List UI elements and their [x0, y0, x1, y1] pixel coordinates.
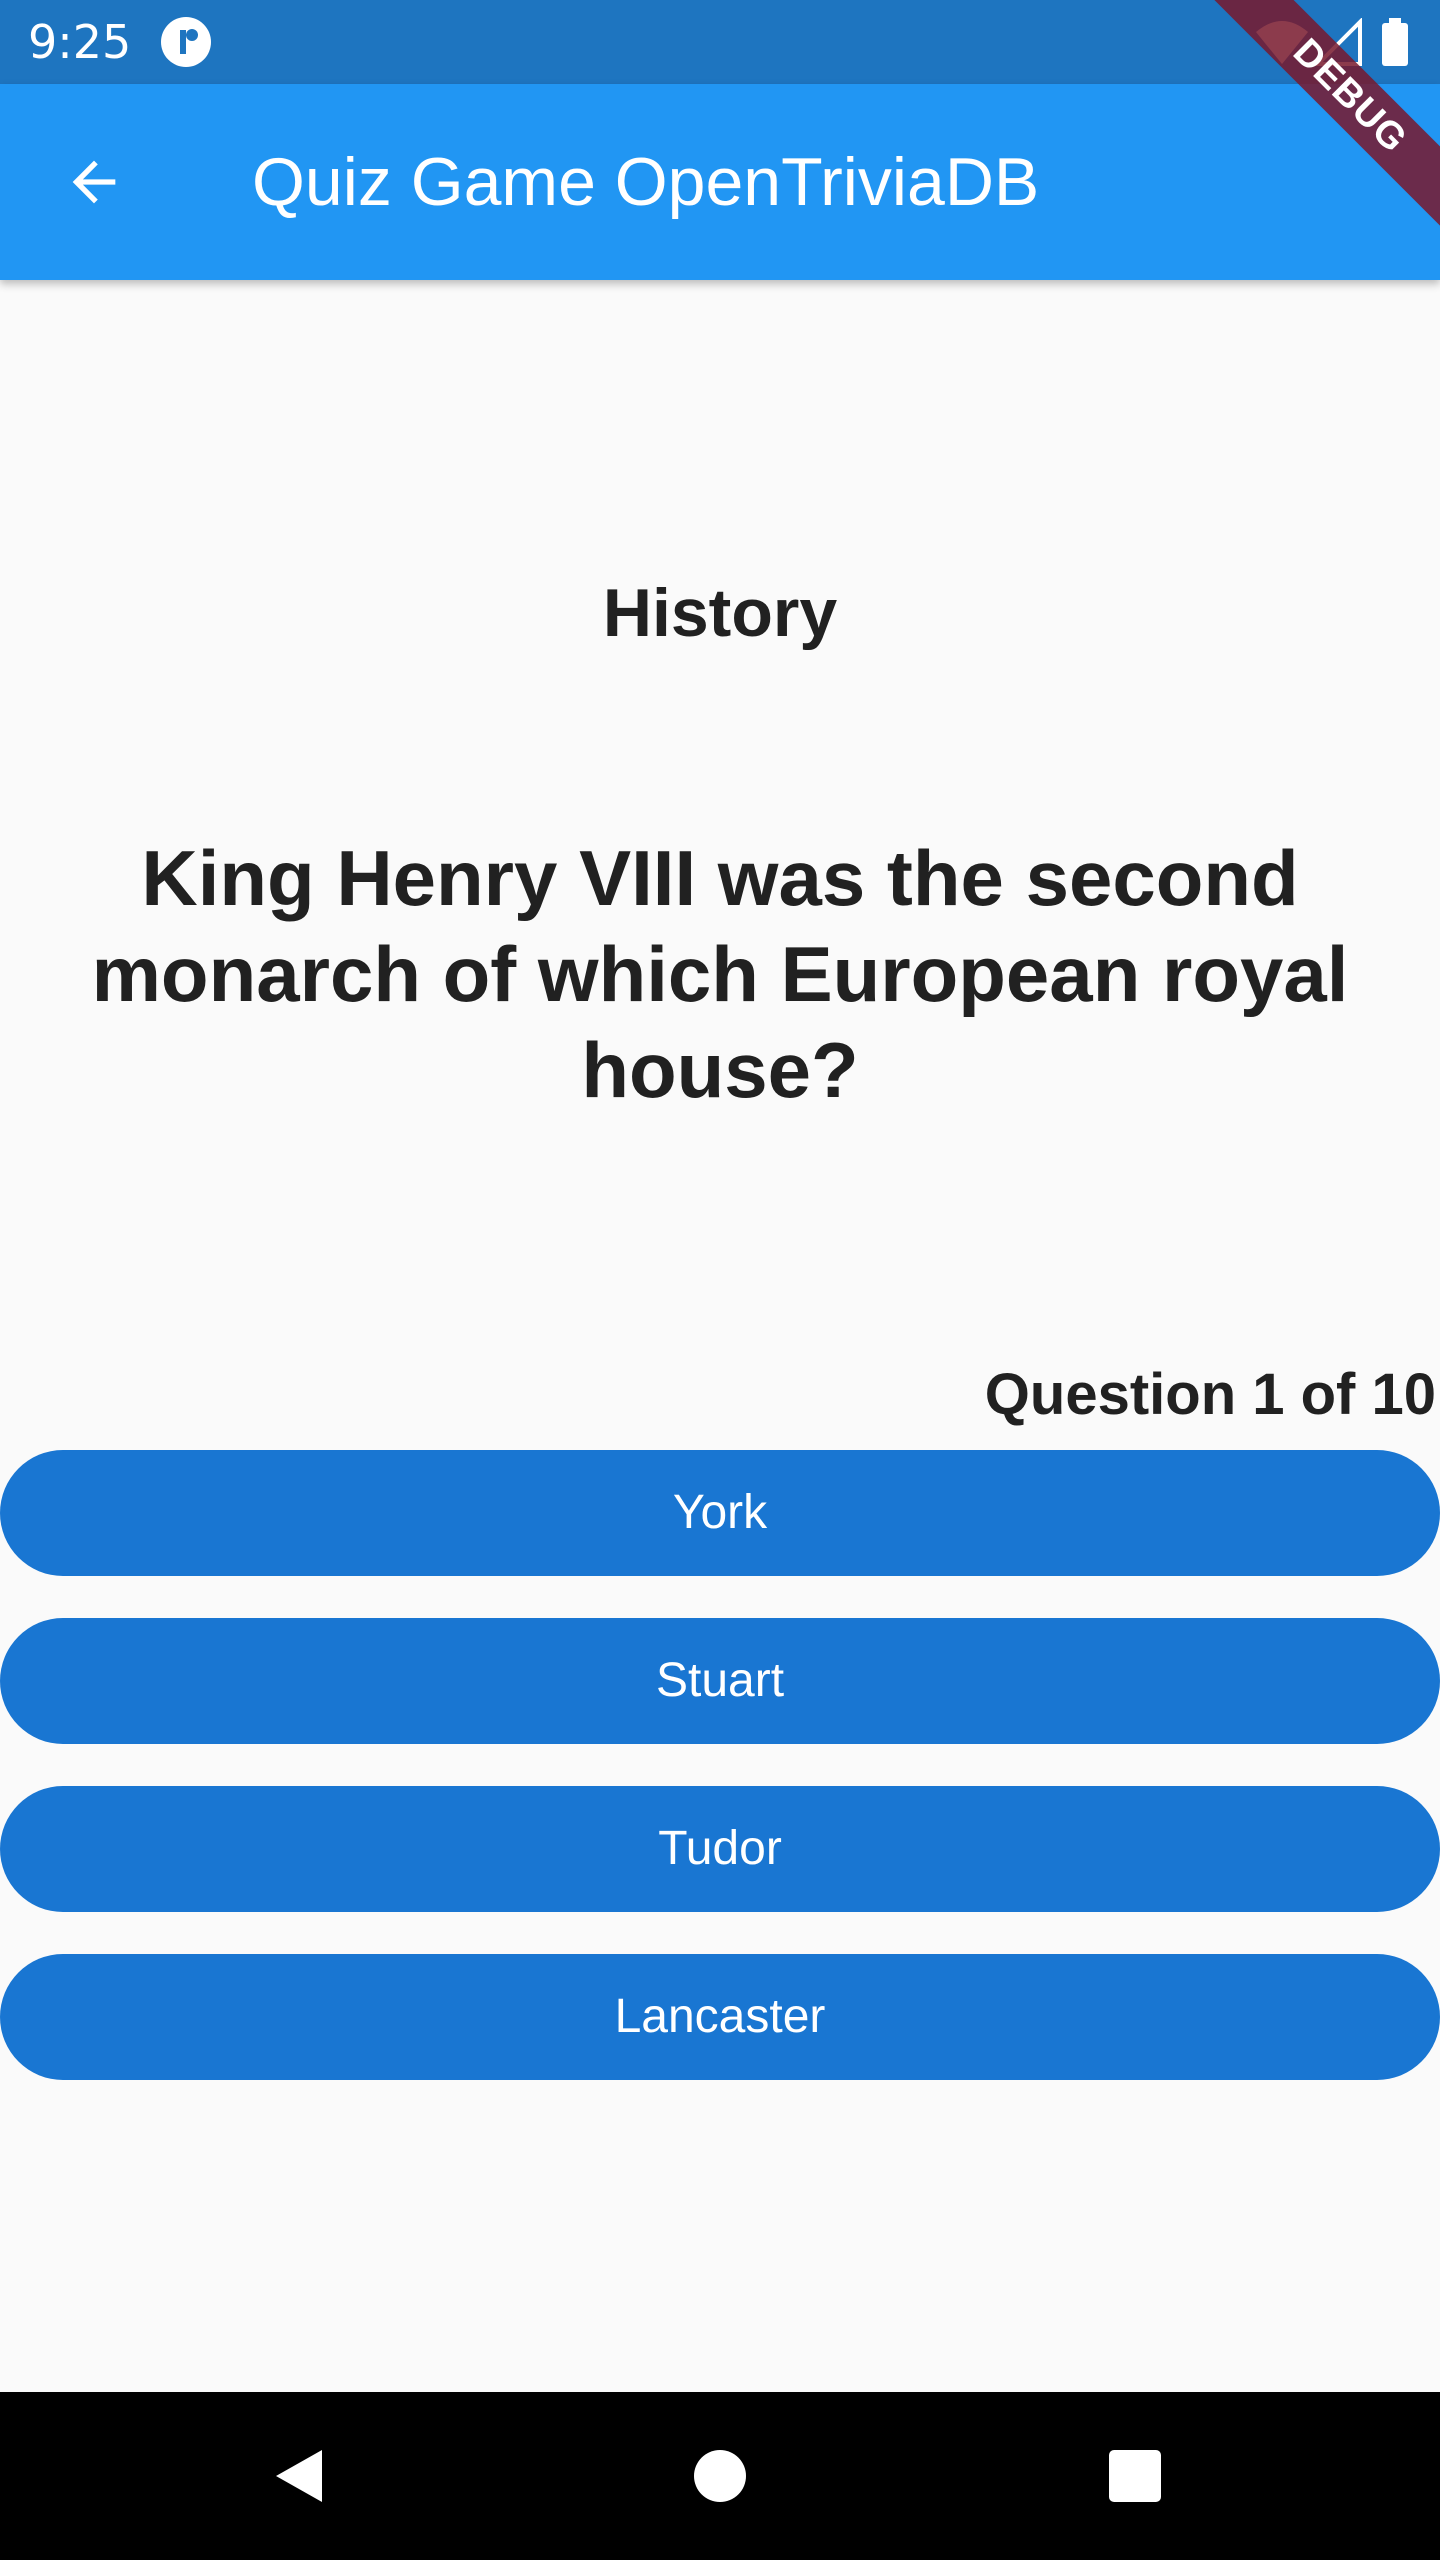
app-title: Quiz Game OpenTriviaDB — [252, 144, 1040, 220]
app-bar: Quiz Game OpenTriviaDB — [0, 84, 1440, 280]
answer-button-york[interactable]: York — [0, 1450, 1440, 1576]
back-triangle-icon — [276, 2450, 322, 2502]
back-button[interactable] — [46, 134, 142, 230]
question-counter: Question 1 of 10 — [984, 1362, 1436, 1427]
answer-button-stuart[interactable]: Stuart — [0, 1618, 1440, 1744]
nav-recents-button[interactable] — [1085, 2426, 1185, 2526]
nav-back-button[interactable] — [250, 2426, 350, 2526]
nav-home-button[interactable] — [670, 2426, 770, 2526]
system-navigation-bar — [0, 2392, 1440, 2560]
question-text: King Henry VIII was the second monarch o… — [91, 834, 1349, 1114]
status-bar: 9:25 — [0, 0, 1440, 84]
app-notification-icon — [161, 17, 211, 67]
recents-square-icon — [1109, 2450, 1161, 2502]
answer-button-tudor[interactable]: Tudor — [0, 1786, 1440, 1912]
answer-list: York Stuart Tudor Lancaster — [0, 1450, 1440, 2122]
arrow-back-icon — [72, 160, 116, 204]
status-time: 9:25 — [28, 15, 132, 69]
question-category: History — [602, 575, 838, 651]
battery-icon — [1382, 18, 1408, 66]
home-circle-icon — [694, 2450, 746, 2502]
answer-button-lancaster[interactable]: Lancaster — [0, 1954, 1440, 2080]
